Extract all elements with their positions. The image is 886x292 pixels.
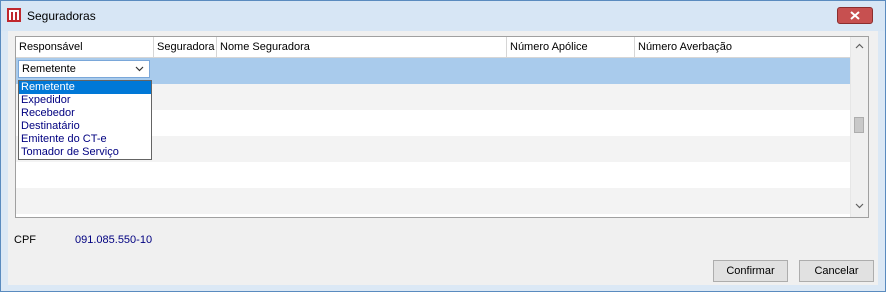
- responsavel-dropdown-list[interactable]: Remetente Expedidor Recebedor Destinatár…: [18, 80, 152, 160]
- dropdown-option-remetente[interactable]: Remetente: [19, 81, 151, 94]
- cpf-value: 091.085.550-10: [75, 234, 153, 246]
- vertical-scrollbar[interactable]: [850, 37, 868, 217]
- dropdown-option-expedidor[interactable]: Expedidor: [19, 94, 151, 107]
- window-title: Seguradoras: [27, 9, 96, 23]
- insurers-grid[interactable]: Responsável Seguradora Nome Seguradora N…: [15, 36, 869, 218]
- scroll-up-icon[interactable]: [855, 43, 864, 49]
- dropdown-option-destinatario[interactable]: Destinatário: [19, 120, 151, 133]
- grid-header: Responsável Seguradora Nome Seguradora N…: [16, 37, 850, 58]
- column-header-nome-seguradora[interactable]: Nome Seguradora: [217, 37, 507, 57]
- close-icon: [850, 11, 860, 20]
- dialog-window: Seguradoras Responsável Seguradora Nome …: [0, 0, 886, 292]
- combobox-value: Remetente: [22, 63, 76, 75]
- scroll-down-icon[interactable]: [855, 203, 864, 209]
- table-row[interactable]: [16, 188, 850, 214]
- cpf-label: CPF: [14, 234, 36, 246]
- dropdown-option-emitente[interactable]: Emitente do CT-e: [19, 133, 151, 146]
- title-bar[interactable]: Seguradoras: [1, 1, 885, 31]
- column-header-responsavel[interactable]: Responsável: [16, 37, 154, 57]
- dialog-body: Responsável Seguradora Nome Seguradora N…: [8, 31, 878, 285]
- chevron-down-icon[interactable]: [135, 66, 144, 72]
- confirm-button[interactable]: Confirmar: [713, 260, 788, 282]
- responsavel-combobox[interactable]: Remetente: [18, 60, 150, 78]
- column-header-numero-apolice[interactable]: Número Apólice: [507, 37, 635, 57]
- app-logo-icon: [7, 8, 21, 22]
- scrollbar-thumb[interactable]: [854, 117, 864, 133]
- column-header-seguradora[interactable]: Seguradora: [154, 37, 217, 57]
- dropdown-option-recebedor[interactable]: Recebedor: [19, 107, 151, 120]
- dropdown-option-tomador[interactable]: Tomador de Serviço: [19, 146, 151, 159]
- table-row[interactable]: [16, 162, 850, 188]
- cancel-button[interactable]: Cancelar: [799, 260, 874, 282]
- column-header-numero-averbacao[interactable]: Número Averbação: [635, 37, 850, 57]
- close-button[interactable]: [837, 7, 873, 24]
